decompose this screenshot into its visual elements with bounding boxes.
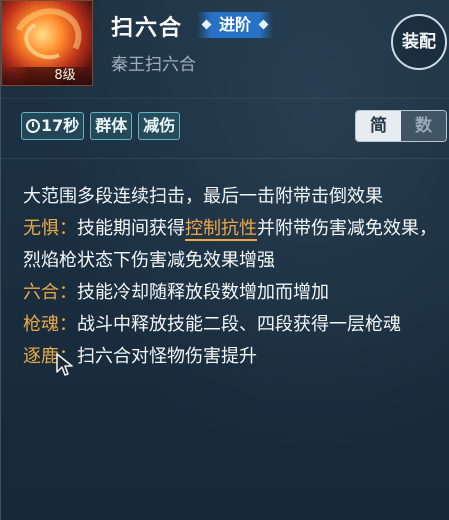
skill-description: 大范围多段连续扫击，最后一击附带击倒效果 无惧：技能期间获得控制抗性并附带伤害减… xyxy=(23,181,443,373)
toggle-numeric[interactable]: 数 xyxy=(401,111,446,141)
skill-subtitle: 秦王扫六合 xyxy=(111,55,196,75)
effect-name: 无惧： xyxy=(23,218,77,239)
effect-text: 扫六合对怪物伤害提升 xyxy=(77,346,257,367)
effect-wuju: 无惧：技能期间获得控制抗性并附带伤害减免效果，烈焰枪状态下伤害减免效果增强 xyxy=(23,213,443,277)
type-tag-aoe: 群体 xyxy=(90,112,133,140)
advance-badge: 进阶 xyxy=(197,12,273,38)
skill-icon: 8级 xyxy=(1,0,93,86)
type-tag-damage-reduction: 减伤 xyxy=(138,112,181,140)
clock-icon xyxy=(26,119,40,133)
effect-text: 技能期间获得 xyxy=(77,218,185,239)
header-divider xyxy=(1,98,449,99)
effect-text: 战斗中释放技能二段、四段获得一层枪魂 xyxy=(77,314,401,335)
skill-detail-panel: 8级 扫六合 进阶 秦王扫六合 装配 17秒 群体 减伤 简 数 大范围多段连续… xyxy=(0,0,449,520)
keyword-link-control-resist[interactable]: 控制抗性 xyxy=(185,218,257,241)
skill-level: 8级 xyxy=(2,67,92,85)
effect-text: 技能冷却随释放段数增加而增加 xyxy=(77,282,329,303)
effect-zhulu: 逐鹿：扫六合对怪物伤害提升 xyxy=(23,341,443,373)
section-divider xyxy=(1,158,449,159)
cooldown-value: 17秒 xyxy=(41,116,80,135)
equip-button[interactable]: 装配 xyxy=(391,14,447,70)
effect-name: 六合： xyxy=(23,282,77,303)
effect-qianghun: 枪魂：战斗中释放技能二段、四段获得一层枪魂 xyxy=(23,309,443,341)
description-mode-toggle[interactable]: 简 数 xyxy=(355,110,447,142)
skill-tags: 17秒 群体 减伤 xyxy=(21,112,181,140)
main-description: 大范围多段连续扫击，最后一击附带击倒效果 xyxy=(23,186,383,207)
skill-title: 扫六合 xyxy=(111,15,184,41)
effect-liuhe: 六合：技能冷却随释放段数增加而增加 xyxy=(23,277,443,309)
effect-name: 枪魂： xyxy=(23,314,77,335)
cooldown-tag: 17秒 xyxy=(21,112,85,140)
mouse-cursor-icon xyxy=(56,353,73,376)
toggle-simple[interactable]: 简 xyxy=(356,111,401,141)
